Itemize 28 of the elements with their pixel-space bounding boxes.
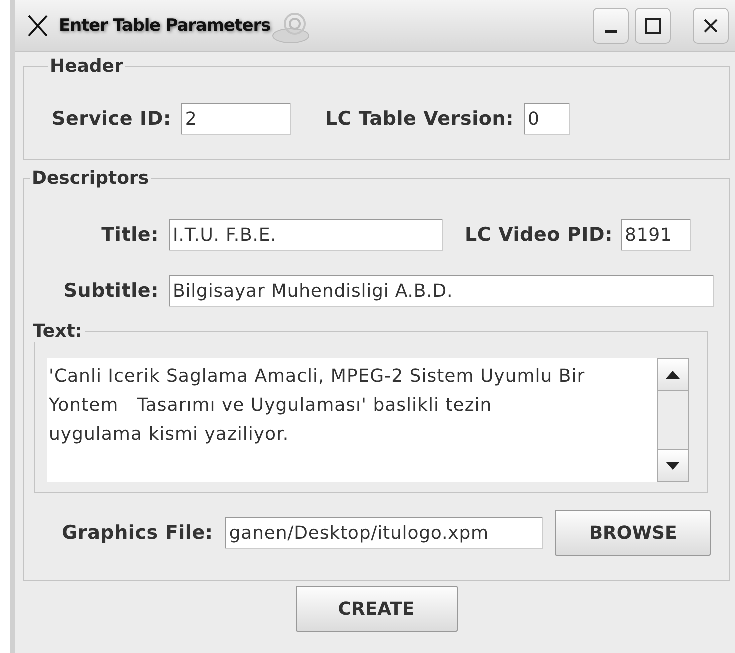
text-field[interactable]: 0 xyxy=(524,103,570,135)
window-title: Enter Table Parameters xyxy=(59,16,271,36)
up-arrow-icon[interactable] xyxy=(666,370,680,378)
text-field[interactable]: ganen/Desktop/itulogo.xpm xyxy=(225,517,544,549)
minimize-button[interactable] xyxy=(593,8,629,44)
close-icon[interactable] xyxy=(703,18,719,34)
close-button[interactable] xyxy=(693,8,729,44)
browse-button[interactable]: BROWSE xyxy=(555,510,712,556)
text-field[interactable]: 2 xyxy=(181,103,292,135)
field-label: LC Video PID: xyxy=(465,224,613,246)
maximize-icon[interactable] xyxy=(644,16,662,34)
down-arrow-icon[interactable] xyxy=(666,462,680,470)
text-area[interactable]: 'Canli Icerik Saglama Amacli, MPEG-2 Sistem Uyumlu Bir Yontem Tasarımı ve Uygulaması' baslikli tezin uygulama kismi yaziliyor. xyxy=(47,358,657,482)
field-label: Subtitle: xyxy=(62,280,159,302)
field-label: Graphics File: xyxy=(62,522,214,544)
create-button[interactable]: CREATE xyxy=(296,586,458,632)
group-title: Header xyxy=(49,56,124,77)
text-field[interactable]: 8191 xyxy=(620,219,691,251)
field-label: Title: xyxy=(100,224,159,246)
scrollbar[interactable] xyxy=(657,358,689,482)
text-field[interactable]: I.T.U. F.B.E. xyxy=(169,219,443,251)
maximize-button[interactable] xyxy=(635,8,671,44)
x-logo-icon xyxy=(27,14,49,38)
text-field[interactable]: Bilgisayar Muhendisligi A.B.D. xyxy=(169,275,714,307)
group-title: Descriptors xyxy=(31,168,150,189)
field-label: Service ID: xyxy=(52,108,172,130)
group-title: Text: xyxy=(32,321,84,342)
field-label: LC Table Version: xyxy=(325,108,514,130)
